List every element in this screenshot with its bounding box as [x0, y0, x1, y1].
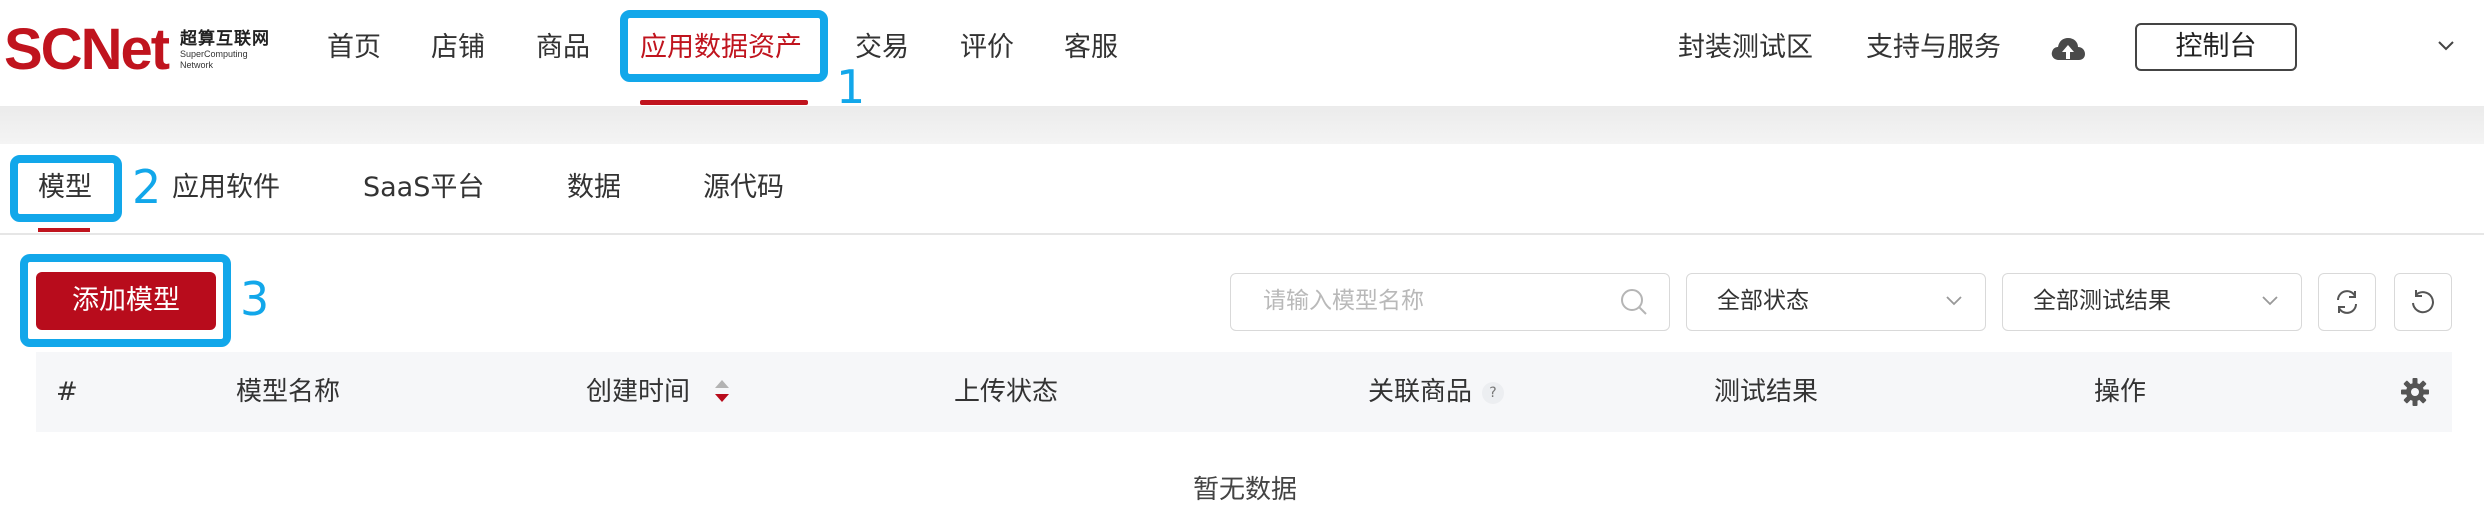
tab-data[interactable]: 数据 [567, 170, 621, 206]
column-header-linked-products: 关联商品? [1368, 352, 1505, 432]
console-button[interactable]: 控制台 [2135, 23, 2297, 71]
callout-number-3: 3 [240, 272, 270, 326]
logo-subtitle: 超算互联网 SuperComputing Network [180, 29, 270, 71]
callout-number-2: 2 [132, 160, 162, 214]
callout-number-1: 1 [836, 60, 866, 114]
header-divider-band [0, 106, 2484, 144]
help-icon[interactable]: ? [1482, 381, 1505, 404]
column-header-test-result: 测试结果 [1714, 377, 1819, 407]
refresh-icon [2337, 290, 2357, 314]
model-search-input[interactable]: 请输入模型名称 [1230, 273, 1670, 331]
search-icon[interactable] [1619, 287, 1649, 317]
reset-button[interactable] [2394, 273, 2452, 331]
gear-icon[interactable] [2400, 377, 2430, 407]
tab-saas-platform[interactable]: SaaS平台 [363, 170, 484, 206]
status-select[interactable]: 全部状态 [1686, 273, 1986, 331]
nav-active-indicator [640, 100, 808, 105]
cloud-upload-icon[interactable] [2050, 34, 2086, 64]
nav-item-service[interactable]: 客服 [1064, 28, 1118, 68]
nav-item-home[interactable]: 首页 [327, 28, 381, 68]
chevron-down-icon [1946, 296, 1962, 306]
callout-box-2 [10, 155, 122, 222]
refresh-button[interactable] [2318, 273, 2376, 331]
column-header-model-name: 模型名称 [236, 377, 341, 407]
column-header-index: # [56, 377, 78, 407]
tab-active-indicator [38, 228, 90, 232]
column-header-upload-status: 上传状态 [954, 377, 1059, 407]
nav-item-store[interactable]: 店铺 [431, 28, 485, 68]
nav-link-testing-zone[interactable]: 封装测试区 [1678, 28, 1813, 68]
chevron-down-icon [2262, 296, 2278, 306]
tab-app-software[interactable]: 应用软件 [172, 170, 280, 206]
logo-name-cn: 超算互联网 [180, 29, 271, 49]
status-select-value: 全部状态 [1717, 288, 1809, 314]
column-header-created-time[interactable]: 创建时间 [586, 352, 690, 432]
search-placeholder: 请输入模型名称 [1263, 288, 1424, 314]
nav-item-reviews[interactable]: 评价 [960, 28, 1014, 68]
reset-icon [2412, 290, 2434, 314]
nav-item-products[interactable]: 商品 [536, 28, 590, 68]
brand-logo[interactable]: SCNet 超算互联网 SuperComputing Network [4, 18, 270, 82]
logo-name-en-1: SuperComputing [180, 49, 248, 59]
column-header-linked-products-label: 关联商品 [1368, 377, 1473, 407]
callout-box-3 [20, 254, 231, 347]
tab-source-code[interactable]: 源代码 [703, 170, 784, 206]
chevron-down-icon[interactable] [2436, 36, 2456, 56]
test-result-select[interactable]: 全部测试结果 [2002, 273, 2302, 331]
table-header [36, 352, 2452, 432]
sort-icon[interactable] [713, 377, 731, 405]
callout-box-1 [620, 10, 828, 82]
column-header-actions: 操作 [2094, 377, 2147, 407]
empty-state-text: 暂无数据 [1192, 475, 1297, 505]
test-result-select-value: 全部测试结果 [2033, 288, 2171, 314]
logo-name-en-2: Network [180, 60, 214, 70]
nav-link-support[interactable]: 支持与服务 [1866, 28, 2001, 68]
logo-wordmark: SCNet [4, 17, 170, 82]
